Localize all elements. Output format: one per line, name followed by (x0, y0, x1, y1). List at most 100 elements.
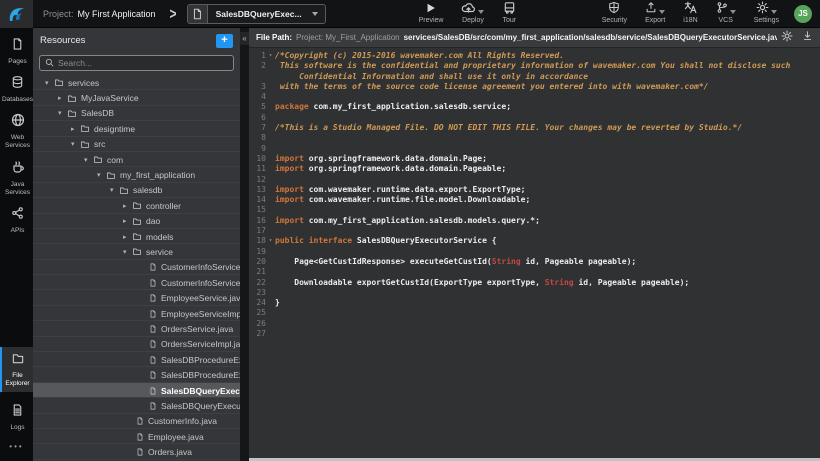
tree-folder-my_first_application[interactable]: ▾my_first_application (33, 167, 240, 182)
fold-gutter (266, 267, 275, 277)
collapse-arrow-icon[interactable]: ▾ (58, 109, 67, 117)
deploy-button[interactable]: Deploy (461, 3, 484, 24)
play-icon (425, 1, 437, 19)
fold-gutter (266, 298, 275, 308)
tree-folder-service[interactable]: ▾service (33, 244, 240, 259)
code-line[interactable]: 9 (249, 144, 820, 154)
collapse-arrow-icon[interactable]: ▾ (45, 79, 54, 87)
file-path-project: Project: My_First_Application (296, 33, 400, 42)
expand-arrow-icon[interactable]: ▸ (123, 217, 132, 225)
code-line[interactable]: 25 (249, 308, 820, 318)
security-button[interactable]: Security (602, 3, 627, 24)
tree-file-EmployeeServiceImpl.java[interactable]: EmployeeServiceImpl.java (33, 306, 240, 321)
code-line[interactable]: 23 (249, 288, 820, 298)
add-resource-button[interactable]: + (216, 34, 233, 48)
collapse-arrow-icon[interactable]: ▾ (84, 156, 93, 164)
code-line[interactable]: 27 (249, 329, 820, 339)
tree-file-OrdersServiceImpl.java[interactable]: OrdersServiceImpl.java (33, 337, 240, 352)
collapse-panel-button[interactable]: « (240, 32, 249, 45)
tree-file-OrdersService.java[interactable]: OrdersService.java (33, 321, 240, 336)
tree-file-SalesDBQueryExecutorServiceImpl.java[interactable]: SalesDBQueryExecutorServiceImpl.java (33, 398, 240, 413)
code-line[interactable]: 1▾/*Copyright (c) 2015-2016 wavemaker.co… (249, 51, 820, 61)
wavemaker-logo[interactable] (0, 0, 33, 28)
tree-folder-salesdb[interactable]: ▾salesdb (33, 183, 240, 198)
code-line[interactable]: 13import com.wavemaker.runtime.data.expo… (249, 185, 820, 195)
code-line[interactable]: 10import org.springframework.data.domain… (249, 154, 820, 164)
tree-folder-com[interactable]: ▾com (33, 152, 240, 167)
code-line[interactable]: 22 Downloadable exportGetCustId(ExportTy… (249, 278, 820, 288)
code-line[interactable]: 19 (249, 247, 820, 257)
fold-gutter (266, 185, 275, 195)
sidebar-item-web-services[interactable]: Web Services (0, 108, 33, 154)
tree-folder-services[interactable]: ▾services (33, 75, 240, 90)
code-line[interactable]: 16import com.my_first_application.salesd… (249, 216, 820, 226)
sidebar-item-file-explorer[interactable]: File Explorer (0, 347, 33, 392)
code-line[interactable]: 8 (249, 133, 820, 143)
collapse-arrow-icon[interactable]: ▾ (97, 171, 106, 179)
expand-arrow-icon[interactable]: ▸ (58, 94, 67, 102)
i18n-button[interactable]: i18N (683, 3, 697, 24)
tree-folder-designtime[interactable]: ▸designtime (33, 121, 240, 136)
tree-file-CustomerInfo.java[interactable]: CustomerInfo.java (33, 414, 240, 429)
page-selector-dropdown[interactable]: SalesDBQueryExec... (187, 4, 326, 24)
export-button[interactable]: Export (645, 3, 665, 24)
expand-arrow-icon[interactable]: ▸ (123, 233, 132, 241)
sidebar-item-pages[interactable]: Pages (0, 32, 33, 70)
user-avatar[interactable]: JS (794, 5, 812, 23)
tree-file-CustomerInfoServiceImpl.java[interactable]: CustomerInfoServiceImpl.java (33, 275, 240, 290)
tree-file-Orders.java[interactable]: Orders.java (33, 444, 240, 459)
sidebar-item-logs[interactable]: Logs (0, 398, 33, 436)
settings-button[interactable]: Settings (754, 3, 779, 24)
preview-button[interactable]: Preview (419, 3, 444, 24)
tree-file-EmployeeService.java[interactable]: EmployeeService.java (33, 290, 240, 305)
code-line[interactable]: 7/*This is a Studio Managed File. DO NOT… (249, 123, 820, 133)
tree-folder-SalesDB[interactable]: ▾SalesDB (33, 106, 240, 121)
sidebar-item-java-services[interactable]: Java Services (0, 155, 33, 201)
sidebar-item-databases[interactable]: Databases (0, 70, 33, 108)
code-line[interactable]: 11import org.springframework.data.domain… (249, 164, 820, 174)
fold-arrow-icon[interactable]: ▾ (266, 236, 275, 246)
collapse-arrow-icon[interactable]: ▾ (110, 186, 119, 194)
vcs-button[interactable]: VCS (716, 3, 736, 24)
tree-folder-MyJavaService[interactable]: ▸MyJavaService (33, 90, 240, 105)
download-file-icon[interactable] (802, 29, 813, 47)
tree-folder-controller[interactable]: ▸controller (33, 198, 240, 213)
tree-folder-src[interactable]: ▾src (33, 137, 240, 152)
sidebar-item-apis[interactable]: APIs (0, 201, 33, 239)
file-path-bar: File Path: Project: My_First_Application… (249, 28, 820, 48)
tree-file-CustomerInfoService.java[interactable]: CustomerInfoService.java (33, 260, 240, 275)
code-line[interactable]: 17 (249, 226, 820, 236)
tree-file-SalesDBQueryExecutorService.java[interactable]: SalesDBQueryExecutorService.java (33, 383, 240, 398)
code-line[interactable]: 26 (249, 319, 820, 329)
code-line[interactable]: Confidential Information and shall use i… (249, 72, 820, 82)
more-options-icon[interactable]: ••• (0, 436, 33, 461)
expand-arrow-icon[interactable]: ▸ (71, 125, 80, 133)
code-line[interactable]: 5package com.my_first_application.salesd… (249, 102, 820, 112)
search-input[interactable] (58, 58, 228, 68)
code-line[interactable]: 6 (249, 113, 820, 123)
collapse-arrow-icon[interactable]: ▾ (71, 140, 80, 148)
tree-file-SalesDBProcedureExecutorService.java[interactable]: SalesDBProcedureExecutorService.java (33, 352, 240, 367)
tour-button[interactable]: Tour (502, 3, 516, 24)
collapse-arrow-icon[interactable]: ▾ (123, 248, 132, 256)
code-line[interactable]: 4 (249, 92, 820, 102)
code-line[interactable]: 24} (249, 298, 820, 308)
branch-icon (716, 1, 728, 19)
tree-file-SalesDBProcedureExecutorServiceImpl.java[interactable]: SalesDBProcedureExecutorServiceImpl.java (33, 367, 240, 382)
tree-file-Employee.java[interactable]: Employee.java (33, 429, 240, 444)
code-line[interactable]: 12 (249, 175, 820, 185)
search-box[interactable] (39, 55, 234, 71)
code-line[interactable]: 14import com.wavemaker.runtime.file.mode… (249, 195, 820, 205)
code-line[interactable]: 15 (249, 205, 820, 215)
tree-folder-models[interactable]: ▸models (33, 229, 240, 244)
expand-arrow-icon[interactable]: ▸ (123, 202, 132, 210)
code-line[interactable]: 2 This software is the confidential and … (249, 61, 820, 71)
code-line[interactable]: 21 (249, 267, 820, 277)
code-editor[interactable]: 1▾/*Copyright (c) 2015-2016 wavemaker.co… (249, 48, 820, 458)
code-line[interactable]: 3 with the terms of the source code lice… (249, 82, 820, 92)
editor-settings-gear-icon[interactable] (781, 29, 793, 47)
fold-arrow-icon[interactable]: ▾ (266, 51, 275, 61)
tree-folder-dao[interactable]: ▸dao (33, 214, 240, 229)
code-line[interactable]: 20 Page<GetCustIdResponse> executeGetCus… (249, 257, 820, 267)
code-line[interactable]: 18▾public interface SalesDBQueryExecutor… (249, 236, 820, 246)
